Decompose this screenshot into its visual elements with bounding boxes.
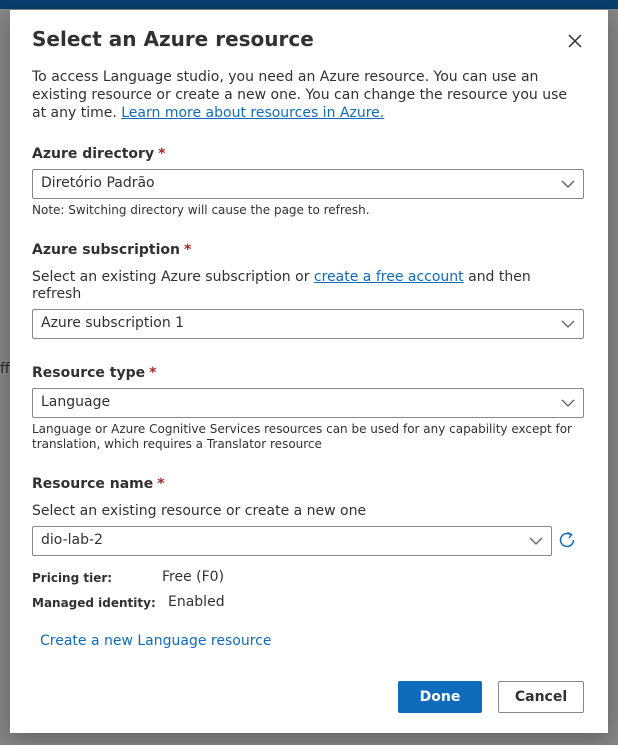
directory-note: Note: Switching directory will cause the… [32,203,370,217]
background-text-fragment: ff [0,361,10,377]
directory-label-text: Azure directory [32,146,155,162]
resource-type-dropdown[interactable]: Language [32,388,584,418]
intro-text: To access Language studio, you need an A… [32,68,577,122]
app-top-bar [0,0,618,9]
resource-type-note: Language or Azure Cognitive Services res… [32,422,572,451]
directory-dropdown[interactable]: Diretório Padrão [32,169,584,199]
select-resource-dialog: Select an Azure resource To access Langu… [10,10,608,733]
subscription-label-text: Azure subscription [32,242,180,258]
managed-identity-value: Enabled [168,594,225,610]
create-language-resource-link[interactable]: Create a new Language resource [40,633,271,649]
resource-type-label-text: Resource type [32,365,146,381]
resource-type-label: Resource type * [32,365,156,381]
dialog-title: Select an Azure resource [32,27,314,51]
close-icon[interactable] [566,32,584,50]
chevron-down-icon [561,320,575,328]
required-mark: * [157,476,165,492]
subscription-help: Select an existing Azure subscription or… [32,269,552,303]
required-mark: * [149,365,157,381]
resource-name-help: Select an existing resource or create a … [32,503,367,519]
resource-name-value: dio-lab-2 [41,532,103,548]
cancel-button[interactable]: Cancel [498,681,584,713]
subscription-label: Azure subscription * [32,242,191,258]
learn-more-link[interactable]: Learn more about resources in Azure. [121,105,384,121]
managed-identity-label: Managed identity: [32,596,156,610]
directory-label: Azure directory * [32,146,165,162]
resource-name-label: Resource name * [32,476,165,492]
subscription-dropdown[interactable]: Azure subscription 1 [32,309,584,339]
subscription-value: Azure subscription 1 [41,315,185,331]
chevron-down-icon [561,180,575,188]
required-mark: * [158,146,166,162]
pricing-tier-value: Free (F0) [162,569,225,585]
pricing-tier-label: Pricing tier: [32,571,113,585]
chevron-down-icon [561,399,575,407]
create-free-account-link[interactable]: create a free account [314,269,464,285]
done-button[interactable]: Done [398,681,482,713]
subscription-help-before: Select an existing Azure subscription or [32,269,310,285]
directory-value: Diretório Padrão [41,175,155,191]
chevron-down-icon [529,537,543,545]
resource-type-value: Language [41,394,111,410]
refresh-icon[interactable] [556,529,578,551]
resource-name-dropdown[interactable]: dio-lab-2 [32,526,552,556]
resource-name-label-text: Resource name [32,476,154,492]
required-mark: * [183,242,192,258]
